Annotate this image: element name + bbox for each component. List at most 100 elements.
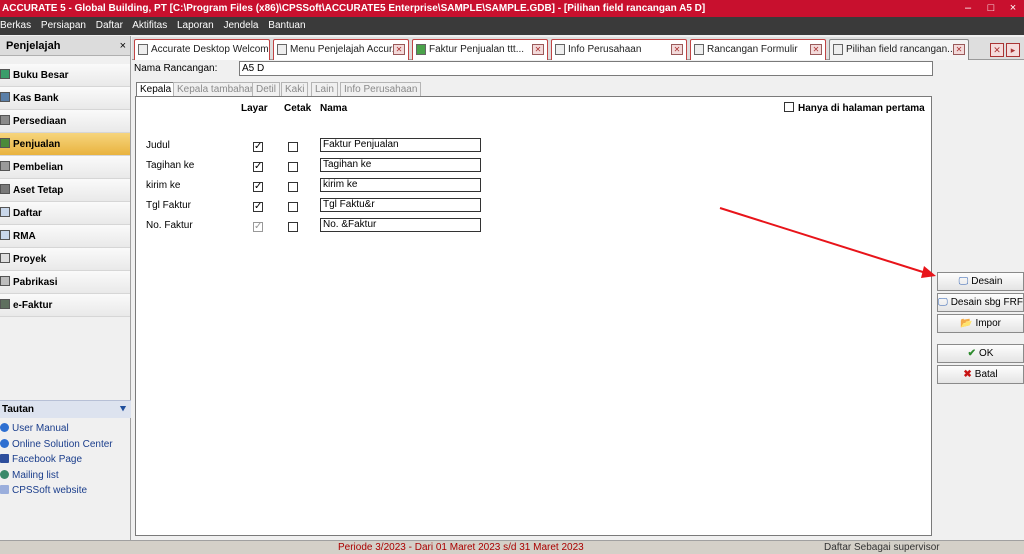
tab-rancangan-formulir[interactable]: Rancangan Formulir ✕: [690, 39, 826, 60]
tab-close-icon[interactable]: ✕: [671, 44, 683, 55]
menu-daftar[interactable]: Daftar: [96, 20, 123, 31]
desain-label: Desain: [971, 276, 1003, 287]
link-cpssoft-website[interactable]: CPSSoft website: [0, 483, 87, 498]
kirim-layar-checkbox[interactable]: ✓: [253, 182, 263, 192]
sidebar-item-pabrikasi[interactable]: Pabrikasi: [0, 271, 130, 294]
tab-close-all-icon[interactable]: ✕: [990, 43, 1004, 57]
sidebar-item-buku-besar[interactable]: Buku Besar: [0, 64, 130, 87]
batal-label: Batal: [974, 369, 998, 380]
magnifier-icon: [0, 230, 10, 240]
kirim-cetak-checkbox[interactable]: [288, 182, 298, 192]
judul-nama-input[interactable]: Faktur Penjualan: [320, 138, 481, 152]
monitor-icon: 🖵: [938, 297, 948, 308]
menu-bar: Berkas Persiapan Daftar Aktifitas Lapora…: [0, 17, 1024, 35]
folder-icon: 📂: [959, 318, 973, 329]
form-area: Nama Rancangan: A5 D Kepala Kepala tamba…: [132, 60, 1024, 540]
tagihan-cetak-checkbox[interactable]: [288, 162, 298, 172]
only-first-page-checkbox[interactable]: [784, 102, 794, 112]
tab-label: Info Perusahaan: [568, 44, 642, 55]
tab-scroll-right-icon[interactable]: ▸: [1006, 43, 1020, 57]
sidebar-item-penjualan[interactable]: Penjualan: [0, 133, 130, 156]
tab-kaki[interactable]: Kaki: [281, 82, 309, 96]
sidebar-item-label: Persediaan: [13, 116, 67, 127]
tab-faktur-penjualan[interactable]: Faktur Penjualan ttt... ✕: [412, 39, 548, 60]
no-faktur-cetak-checkbox[interactable]: [288, 222, 298, 232]
facebook-icon: [0, 454, 9, 463]
tab-kepala-tambahan[interactable]: Kepala tambahan: [173, 82, 260, 96]
nama-rancangan-label: Nama Rancangan:: [134, 63, 218, 74]
desain-button[interactable]: 🖵 Desain: [937, 272, 1024, 291]
tab-close-icon[interactable]: ✕: [953, 44, 965, 55]
menu-aktifitas[interactable]: Aktifitas: [132, 20, 167, 31]
sidebar-item-proyek[interactable]: Proyek: [0, 248, 130, 271]
sidebar-item-aset-tetap[interactable]: Aset Tetap: [0, 179, 130, 202]
link-mailing-list[interactable]: Mailing list: [0, 468, 59, 483]
nama-rancangan-input[interactable]: A5 D: [239, 61, 933, 76]
menu-jendela[interactable]: Jendela: [223, 20, 258, 31]
link-online-solution-center[interactable]: Online Solution Center: [0, 437, 113, 452]
sidebar-item-pembelian[interactable]: Pembelian: [0, 156, 130, 179]
sidebar-item-daftar[interactable]: Daftar: [0, 202, 130, 225]
tgl-faktur-cetak-checkbox[interactable]: [288, 202, 298, 212]
minimize-icon[interactable]: –: [958, 0, 978, 17]
tab-menu-penjelajah[interactable]: Menu Penjelajah Accur... ✕: [273, 39, 409, 60]
sidebar-item-e-faktur[interactable]: e-Faktur: [0, 294, 130, 317]
cross-icon: ✖: [963, 369, 972, 380]
sidebar-header: Penjelajah ×: [0, 36, 130, 56]
tab-detil[interactable]: Detil: [252, 82, 281, 96]
tautan-header[interactable]: Tautan ⯆: [0, 400, 131, 418]
link-user-manual[interactable]: User Manual: [0, 421, 69, 436]
factory-icon: [0, 276, 10, 286]
sidebar-item-label: e-Faktur: [13, 300, 53, 311]
sidebar-close-icon[interactable]: ×: [120, 36, 126, 56]
tab-pilihan-field-rancangan[interactable]: Pilihan field rancangan... ✕: [829, 39, 969, 60]
close-icon[interactable]: ×: [1003, 0, 1023, 17]
cart-icon: [0, 161, 10, 171]
tgl-faktur-nama-input[interactable]: Tgl Faktu&r: [320, 198, 481, 212]
sidebar-item-rma[interactable]: RMA: [0, 225, 130, 248]
menu-persiapan[interactable]: Persiapan: [41, 20, 86, 31]
tagihan-layar-checkbox[interactable]: ✓: [253, 162, 263, 172]
tab-info-perusahaan[interactable]: Info Perusahaan ✕: [551, 39, 687, 60]
tab-close-icon[interactable]: ✕: [810, 44, 822, 55]
only-first-page-option[interactable]: Hanya di halaman pertama: [784, 102, 925, 114]
window-title: ACCURATE 5 - Global Building, PT [C:\Pro…: [2, 3, 706, 14]
judul-layar-checkbox[interactable]: ✓: [253, 142, 263, 152]
batal-button[interactable]: ✖ Batal: [937, 365, 1024, 384]
tab-close-icon[interactable]: ✕: [532, 44, 544, 55]
tab-lain[interactable]: Lain: [311, 82, 338, 96]
tab-label: Faktur Penjualan ttt...: [429, 44, 525, 55]
link-label: Online Solution Center: [12, 439, 113, 450]
tgl-faktur-layar-checkbox[interactable]: ✓: [253, 202, 263, 212]
judul-cetak-checkbox[interactable]: [288, 142, 298, 152]
impor-label: Impor: [975, 318, 1001, 329]
tab-label: Accurate Desktop Welcome...: [151, 44, 270, 55]
menu-berkas[interactable]: Berkas: [0, 20, 31, 31]
sidebar-item-label: RMA: [13, 231, 36, 242]
row-label-no-faktur: No. Faktur: [146, 220, 193, 231]
sidebar-item-label: Penjualan: [13, 139, 61, 150]
link-facebook-page[interactable]: Facebook Page: [0, 452, 82, 467]
restore-icon[interactable]: □: [981, 0, 1001, 17]
tab-kepala[interactable]: Kepala: [136, 82, 176, 96]
sidebar-item-persediaan[interactable]: Persediaan: [0, 110, 130, 133]
desain-frf-button[interactable]: 🖵 Desain sbg FRF: [937, 293, 1024, 312]
ok-button[interactable]: ✔ OK: [937, 344, 1024, 363]
menu-bantuan[interactable]: Bantuan: [268, 20, 305, 31]
sidebar-item-kas-bank[interactable]: Kas Bank: [0, 87, 130, 110]
tab-info-perusahaan[interactable]: Info Perusahaan: [340, 82, 422, 96]
tab-close-icon[interactable]: ✕: [393, 44, 405, 55]
chevron-double-down-icon[interactable]: ⯆: [119, 401, 127, 419]
link-label: Mailing list: [12, 470, 59, 481]
monitor-icon: 🖵: [958, 276, 969, 287]
tab-accurate-desktop-welcome[interactable]: Accurate Desktop Welcome...: [134, 39, 270, 60]
tagihan-nama-input[interactable]: Tagihan ke: [320, 158, 481, 172]
impor-button[interactable]: 📂 Impor: [937, 314, 1024, 333]
tab-label: Menu Penjelajah Accur...: [290, 44, 401, 55]
menu-laporan[interactable]: Laporan: [177, 20, 214, 31]
no-faktur-nama-input[interactable]: No. &Faktur: [320, 218, 481, 232]
kirim-nama-input[interactable]: kirim ke: [320, 178, 481, 192]
bank-icon: [0, 92, 10, 102]
info-icon: [555, 44, 565, 55]
tab-label: Rancangan Formulir: [707, 44, 798, 55]
